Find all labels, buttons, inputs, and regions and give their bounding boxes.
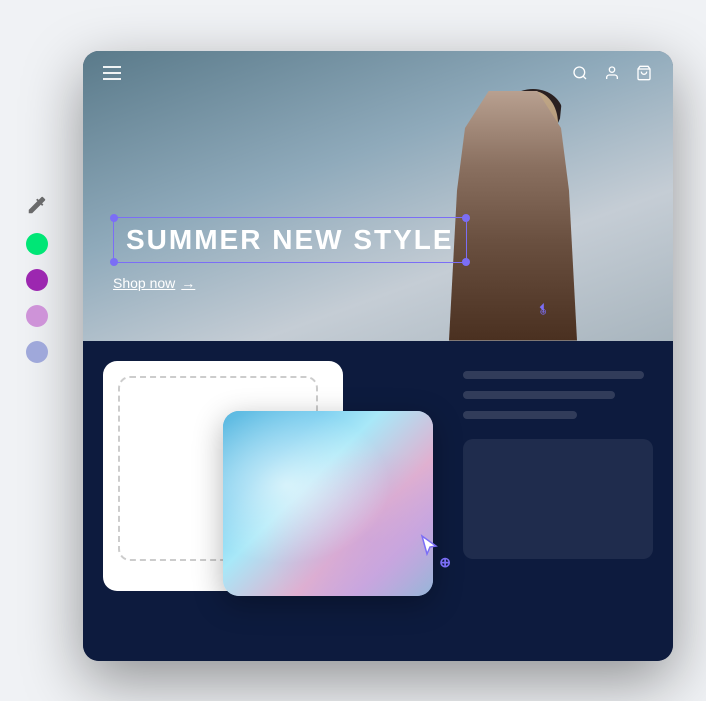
nav-icons (571, 64, 653, 82)
search-icon[interactable] (571, 64, 589, 82)
crosshair-icon: ⊕ (439, 554, 451, 571)
swatch-purple[interactable] (26, 269, 48, 291)
color-palette (23, 191, 51, 363)
cart-icon[interactable] (635, 64, 653, 82)
hero-title-box: SUMMER NEW STYLE (113, 217, 467, 263)
swatch-periwinkle[interactable] (26, 341, 48, 363)
shop-now-arrow: → (181, 275, 195, 291)
browser-window: SUMMER NEW STYLE Shop now → ⊕ (83, 51, 673, 661)
hero-content: SUMMER NEW STYLE Shop now → (113, 217, 467, 291)
hamburger-menu[interactable] (103, 66, 121, 80)
content-line-2 (463, 391, 615, 399)
main-container: SUMMER NEW STYLE Shop now → ⊕ (23, 31, 683, 671)
handle-bottom-left (110, 258, 118, 266)
content-line-1 (463, 371, 644, 379)
navbar (83, 51, 673, 95)
swatch-lavender[interactable] (26, 305, 48, 327)
content-line-3 (463, 411, 577, 419)
model-figure (413, 81, 613, 341)
user-icon[interactable] (603, 64, 621, 82)
model-body (433, 91, 593, 341)
bottom-panel: ⊕ (83, 341, 673, 661)
handle-top-left (110, 214, 118, 222)
shop-now-link[interactable]: Shop now → (113, 275, 467, 291)
content-rect (463, 439, 653, 559)
arrow-cursor (420, 534, 438, 561)
swatch-green[interactable] (26, 233, 48, 255)
eyedropper-icon[interactable] (23, 191, 51, 219)
handle-bottom-right (462, 258, 470, 266)
handle-top-right (462, 214, 470, 222)
card-blue-inner (223, 411, 433, 596)
card-blue[interactable] (223, 411, 433, 596)
hero-title: SUMMER NEW STYLE (126, 224, 454, 256)
shop-now-text: Shop now (113, 275, 175, 291)
hero-section: SUMMER NEW STYLE Shop now → ⊕ (83, 51, 673, 341)
right-content (463, 361, 653, 641)
